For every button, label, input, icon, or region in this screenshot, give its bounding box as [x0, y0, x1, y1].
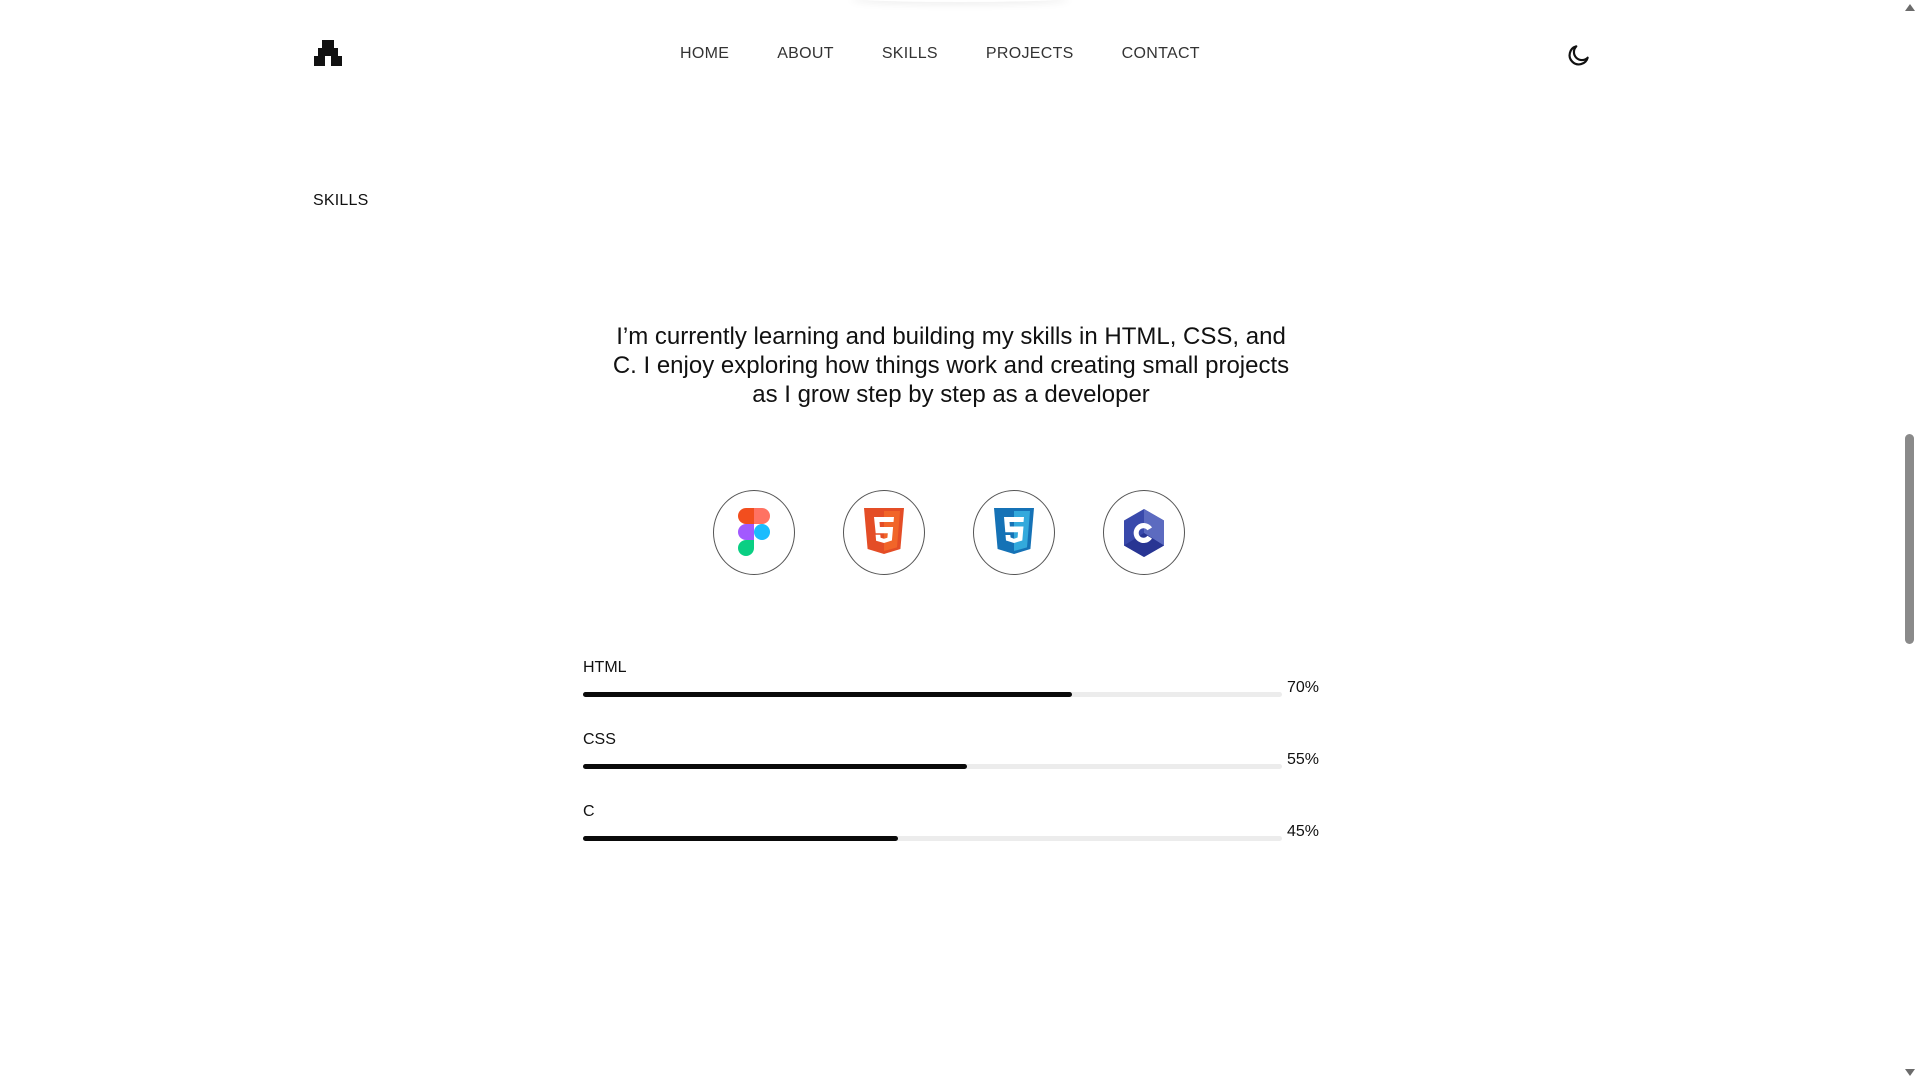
nav-link-about[interactable]: ABOUT	[777, 44, 834, 64]
intro-line-2: C. I enjoy exploring how things work and…	[612, 352, 1290, 379]
skill-name: CSS	[583, 731, 616, 748]
tech-icon-row	[713, 490, 1233, 575]
section-title: SKILLS	[313, 192, 369, 209]
skills-intro-text: I’m currently learning and building my s…	[590, 322, 1312, 409]
vertical-scrollbar[interactable]	[1900, 0, 1920, 1080]
skill-percent: 70%	[1287, 679, 1320, 696]
skill-progress-fill	[583, 764, 968, 769]
pixel-logo-icon[interactable]	[313, 38, 343, 68]
scroll-up-arrow-icon[interactable]	[1905, 4, 1915, 11]
scroll-down-arrow-icon[interactable]	[1905, 1069, 1915, 1076]
skill-percent: 55%	[1287, 751, 1320, 768]
site-header: HOME ABOUT SKILLS PROJECTS CONTACT	[0, 0, 1900, 110]
css3-icon	[994, 507, 1034, 554]
css3-icon-badge[interactable]	[973, 490, 1055, 575]
c-language-icon-badge[interactable]	[1103, 490, 1185, 575]
page: HOME ABOUT SKILLS PROJECTS CONTACT SKILL…	[0, 0, 1920, 1080]
skill-percent: 45%	[1287, 823, 1320, 840]
skill-row: HTML 70%	[583, 656, 1323, 728]
nav-link-projects[interactable]: PROJECTS	[986, 44, 1074, 64]
html5-icon	[864, 507, 904, 554]
figma-icon-badge[interactable]	[713, 490, 795, 575]
intro-line-3: as I grow step by step as a developer	[752, 381, 1150, 408]
nav-link-contact[interactable]: CONTACT	[1122, 44, 1200, 64]
c-language-icon	[1124, 508, 1164, 557]
skill-progress-track	[583, 764, 1282, 769]
html5-icon-badge[interactable]	[843, 490, 925, 575]
skill-row: CSS 55%	[583, 728, 1323, 800]
skill-progress-fill	[583, 692, 1073, 697]
nav-link-skills[interactable]: SKILLS	[882, 44, 938, 64]
intro-line-1: I’m currently learning and building my s…	[616, 323, 1286, 350]
figma-icon	[738, 507, 770, 556]
skill-name: HTML	[583, 659, 627, 676]
skill-progress-track	[583, 836, 1282, 841]
skill-name: C	[583, 803, 595, 820]
skill-progress-fill	[583, 836, 898, 841]
skill-bars: HTML 70% CSS 55% C 45%	[583, 656, 1323, 872]
scrollbar-thumb[interactable]	[1905, 434, 1914, 644]
moon-icon[interactable]	[1566, 42, 1592, 68]
skill-row: C 45%	[583, 800, 1323, 872]
skill-progress-track	[583, 692, 1282, 697]
main-nav: HOME ABOUT SKILLS PROJECTS CONTACT	[680, 44, 1248, 64]
nav-link-home[interactable]: HOME	[680, 44, 729, 64]
